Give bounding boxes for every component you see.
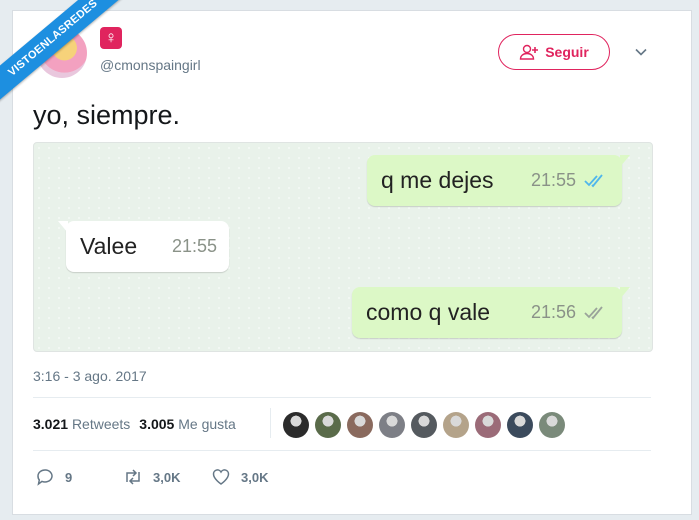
tweet-timestamp[interactable]: 3:16 - 3 ago. 2017 [33, 368, 147, 384]
liker-avatar[interactable] [443, 412, 469, 438]
reply-icon [37, 469, 53, 486]
message-time: 21:55 [171, 236, 217, 256]
liker-avatar[interactable] [539, 412, 565, 438]
message-text: q me dejes [381, 167, 494, 193]
like-count: 3,0K [241, 469, 269, 485]
retweet-action[interactable]: 3,0K [123, 467, 211, 487]
like-action[interactable]: 3,0K [211, 467, 268, 487]
liker-avatar[interactable] [475, 412, 501, 438]
chat-screenshot[interactable]: q me dejes 21:55 Valee 21:55 como q vale… [33, 142, 653, 352]
reply-action[interactable]: 9 [35, 467, 123, 487]
liker-avatar[interactable] [315, 412, 341, 438]
divider [33, 397, 651, 398]
liker-avatar[interactable] [411, 412, 437, 438]
retweets-count: 3.021 [33, 416, 69, 432]
tweet-stats: 3.021 Retweets 3.005 Me gusta [33, 416, 245, 432]
message-text: Valee [80, 233, 138, 259]
retweets-label: Retweets [71, 416, 131, 432]
chat-message-outgoing: q me dejes 21:55 [367, 155, 630, 206]
double-check-read-icon [584, 173, 603, 187]
retweet-count: 3,0K [153, 469, 181, 485]
liker-avatar[interactable] [283, 412, 309, 438]
liker-avatar[interactable] [347, 412, 373, 438]
chevron-down-icon[interactable] [634, 45, 648, 59]
divider [33, 450, 651, 451]
message-time: 21:56 [530, 302, 576, 322]
liker-avatar[interactable] [507, 412, 533, 438]
likes-label: Me gusta [178, 416, 236, 432]
message-text: como q vale [366, 299, 491, 325]
reply-count: 9 [65, 469, 73, 485]
tweet-actions: 9 3,0K 3,0K [35, 467, 268, 487]
retweet-icon [126, 469, 140, 485]
likes-stat[interactable]: 3.005 Me gusta [139, 416, 236, 432]
chat-message-outgoing: como q vale 21:56 [352, 287, 630, 338]
heart-icon [212, 469, 230, 485]
liker-avatar[interactable] [379, 412, 405, 438]
chat-message-incoming: Valee 21:55 [58, 221, 229, 272]
likers-avatars [283, 412, 565, 438]
user-handle[interactable]: @cmonspaingirl [100, 57, 201, 73]
message-time: 21:55 [530, 170, 576, 190]
female-sign-icon: ♀ [100, 27, 122, 49]
tweet-text: yo, siempre. [33, 100, 181, 130]
likes-count: 3.005 [139, 416, 175, 432]
tweet-card: ♀ @cmonspaingirl Seguir yo, siempre. q m… [12, 10, 692, 515]
divider [270, 408, 271, 438]
follow-button-label: Seguir [545, 44, 589, 60]
retweets-stat[interactable]: 3.021 Retweets [33, 416, 130, 432]
add-user-icon [520, 44, 539, 60]
double-check-icon [584, 305, 603, 319]
follow-button[interactable]: Seguir [498, 34, 610, 70]
